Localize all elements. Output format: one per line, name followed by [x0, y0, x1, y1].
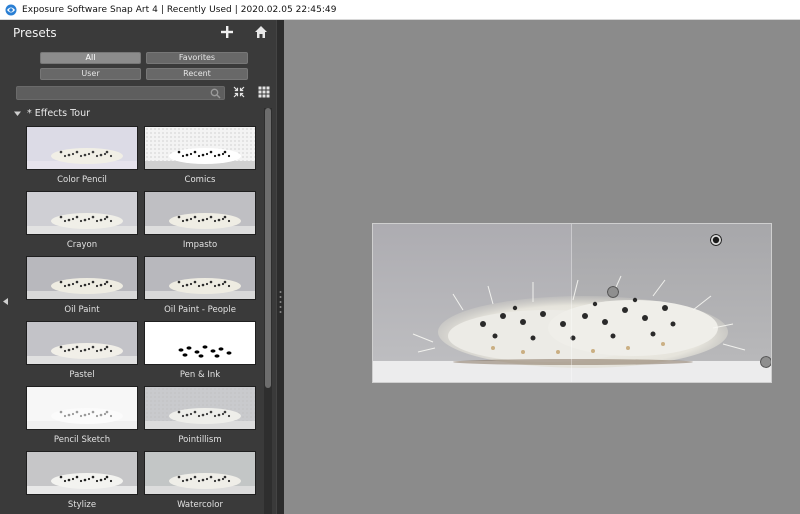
preset-label: Stylize	[67, 500, 97, 510]
split-divider[interactable]	[571, 224, 572, 382]
preset-item[interactable]: Crayon	[26, 191, 138, 253]
panel-collapse-handle[interactable]	[0, 20, 10, 514]
preset-label: Impasto	[182, 240, 218, 250]
preset-thumbnail[interactable]	[144, 451, 256, 495]
preset-item[interactable]: Oil Paint	[26, 256, 138, 318]
preset-group-label: * Effects Tour	[27, 107, 91, 119]
grip-icon	[279, 291, 282, 313]
preset-thumbnail[interactable]	[26, 256, 138, 300]
panel-title: Presets	[13, 26, 57, 40]
plus-icon	[221, 26, 233, 38]
preset-label: Crayon	[66, 240, 98, 250]
preset-item[interactable]: Watercolor	[144, 451, 256, 513]
collapse-icon[interactable]	[233, 86, 245, 98]
control-point-handle[interactable]	[607, 286, 619, 298]
preset-label: Pen & Ink	[179, 370, 221, 380]
preset-label: Watercolor	[177, 500, 223, 510]
app-icon	[5, 4, 17, 15]
panel-header: Presets	[0, 20, 276, 46]
preset-thumbnail[interactable]	[144, 191, 256, 235]
control-point-handle[interactable]	[710, 234, 722, 246]
preset-label: Comics	[184, 175, 216, 185]
preset-thumbnail[interactable]	[144, 256, 256, 300]
preset-label: Pointillism	[178, 435, 222, 445]
preset-label: Color Pencil	[57, 175, 107, 185]
filter-all-button[interactable]: All	[40, 52, 141, 64]
preset-item[interactable]: Pen & Ink	[144, 321, 256, 383]
preset-item[interactable]: Stylize	[26, 451, 138, 513]
filter-user-button[interactable]: User	[40, 68, 141, 80]
presets-panel: Presets All Favorites User Recent * Effe…	[0, 20, 276, 514]
grid-view-icon[interactable]	[258, 86, 270, 98]
preset-thumbnail[interactable]	[26, 191, 138, 235]
add-preset-button[interactable]	[218, 23, 236, 41]
preset-thumbnail[interactable]	[26, 451, 138, 495]
search-input[interactable]	[16, 86, 225, 100]
control-point-handle[interactable]	[760, 356, 772, 368]
preset-item[interactable]: Pastel	[26, 321, 138, 383]
preset-label: Pastel	[69, 370, 95, 380]
preset-item[interactable]: Color Pencil	[26, 126, 138, 188]
preset-thumbnail[interactable]	[26, 386, 138, 430]
filter-favorites-button[interactable]: Favorites	[146, 52, 248, 64]
preset-label: Oil Paint - People	[164, 305, 236, 315]
preset-grid: Color Pencil Comics Crayon Impasto Oil P…	[26, 126, 258, 514]
filter-recent-button[interactable]: Recent	[146, 68, 248, 80]
preset-label: Pencil Sketch	[53, 435, 111, 445]
scrollbar[interactable]	[264, 108, 272, 514]
preset-thumbnail[interactable]	[144, 386, 256, 430]
preview-image[interactable]	[372, 223, 772, 383]
preset-item[interactable]: Pencil Sketch	[26, 386, 138, 448]
preset-item[interactable]: Pointillism	[144, 386, 256, 448]
search-icon[interactable]	[210, 88, 221, 99]
home-icon[interactable]	[254, 25, 268, 39]
preset-item[interactable]: Impasto	[144, 191, 256, 253]
preset-thumbnail[interactable]	[26, 321, 138, 365]
preset-thumbnail[interactable]	[144, 126, 256, 170]
preset-group-header[interactable]: * Effects Tour	[14, 106, 262, 120]
preset-label: Oil Paint	[64, 305, 100, 315]
panel-splitter[interactable]	[276, 20, 284, 514]
chevron-left-icon	[3, 298, 8, 305]
chevron-down-icon	[14, 111, 21, 116]
scrollbar-thumb[interactable]	[265, 108, 271, 388]
preset-thumbnail[interactable]	[26, 126, 138, 170]
preset-item[interactable]: Comics	[144, 126, 256, 188]
window-title: Exposure Software Snap Art 4 | Recently …	[22, 4, 337, 15]
caterpillar-photo	[373, 224, 771, 382]
preset-item[interactable]: Oil Paint - People	[144, 256, 256, 318]
title-bar: Exposure Software Snap Art 4 | Recently …	[0, 0, 800, 20]
preset-thumbnail[interactable]	[144, 321, 256, 365]
